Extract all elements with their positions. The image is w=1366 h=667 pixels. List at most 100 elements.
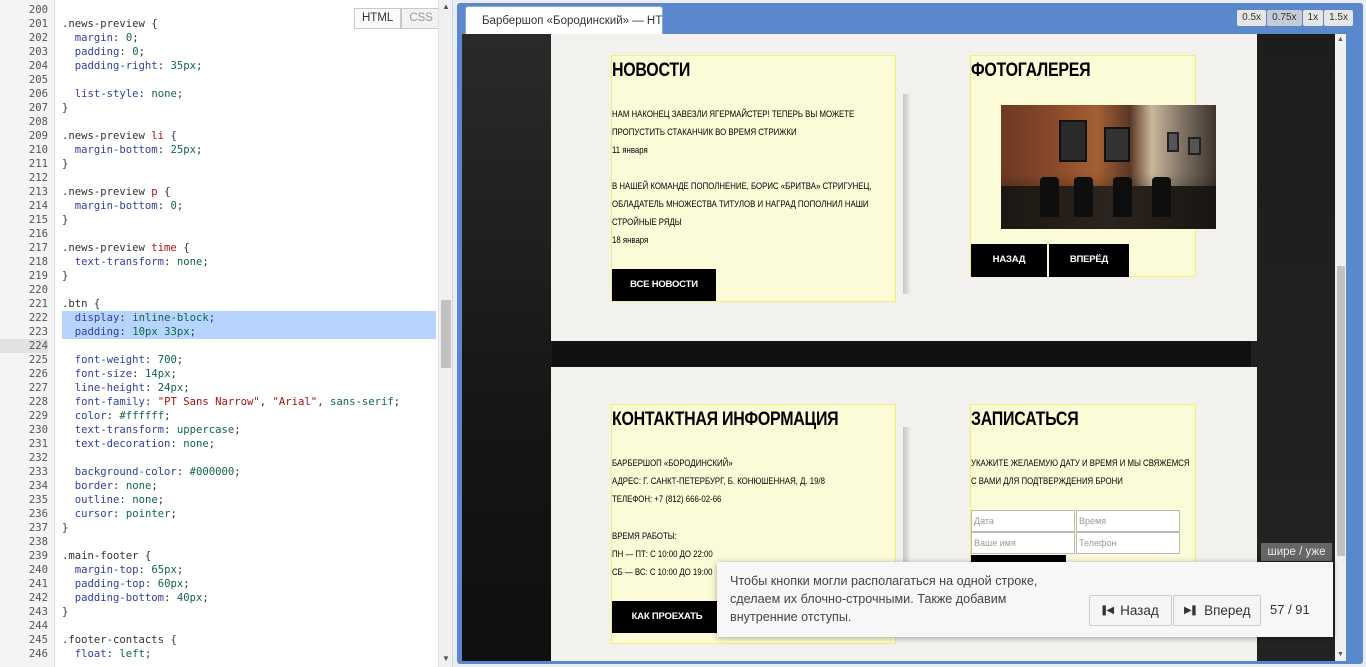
contacts-line: АДРЕС: Г. САНКТ-ПЕТЕРБУРГ, Б. КОНЮШЕННАЯ… [612, 476, 825, 486]
code-token: .news-preview [62, 242, 152, 254]
code-line[interactable]: 223 padding: 10px 33px; [0, 325, 438, 339]
code-line[interactable]: 217 .news-preview time { [0, 241, 438, 255]
code-line[interactable]: 243} [0, 605, 438, 619]
code-token: ; [202, 592, 209, 604]
code-line[interactable]: 231 text-decoration: none; [0, 437, 438, 451]
code-line[interactable]: 242 padding-bottom: 40px; [0, 591, 438, 605]
scroll-up-icon[interactable]: ▲ [1337, 36, 1344, 43]
code-line[interactable]: 211} [0, 157, 438, 171]
code-token: li [151, 130, 165, 142]
tutorial-forward-button[interactable]: ▶❚ Вперед [1173, 595, 1261, 626]
code-line[interactable]: 238 [0, 535, 438, 549]
code-line[interactable]: 205 [0, 73, 438, 87]
zoom-button[interactable]: 0.75x [1267, 10, 1302, 26]
code-line[interactable]: 203 padding: 0; [0, 45, 438, 59]
scroll-down-icon[interactable]: ▼ [442, 654, 450, 663]
code-line[interactable]: 236 cursor: pointer; [0, 507, 438, 521]
code-token: ; [157, 494, 165, 506]
gallery-next-button[interactable]: ВПЕРЁД [1049, 244, 1129, 277]
code-line[interactable]: 232 [0, 451, 438, 465]
code-line[interactable]: 206 list-style: none; [0, 87, 438, 101]
tutorial-back-button[interactable]: ❚◀ Назад [1089, 595, 1172, 626]
code-line[interactable]: 213 .news-preview p { [0, 185, 438, 199]
name-field[interactable]: Ваше имя [971, 532, 1075, 554]
code-line[interactable]: 233 background-color: #000000; [0, 465, 438, 479]
route-button[interactable]: КАК ПРОЕХАТЬ [612, 601, 722, 633]
code-line[interactable]: 225 font-weight: 700; [0, 353, 438, 367]
contacts-block: БАРБЕРШОП «БОРОДИНСКИЙ» АДРЕС: Г. САНКТ-… [612, 454, 863, 508]
code-token: ; [132, 32, 139, 44]
time-field[interactable]: Время [1076, 510, 1180, 532]
code-line[interactable]: 235 outline: none; [0, 493, 438, 507]
code-line[interactable]: 219} [0, 269, 438, 283]
line-number: 208 [28, 116, 48, 128]
code-token: ; [176, 88, 184, 100]
code-line[interactable]: 246 float: left; [0, 647, 438, 661]
all-news-button[interactable]: ВСЕ НОВОСТИ [612, 269, 716, 301]
preview-tab[interactable]: Барбершоп «Бородинский» — HTM [465, 6, 663, 34]
code-line[interactable]: 218 text-transform: none; [0, 255, 438, 269]
code-token: inline-block [132, 312, 209, 324]
code-line[interactable]: 209 .news-preview li { [0, 129, 438, 143]
date-field[interactable]: Дата [971, 510, 1075, 532]
gallery-prev-button[interactable]: НАЗАД [971, 244, 1047, 277]
code-line[interactable]: 215} [0, 213, 438, 227]
code-line[interactable]: 208 [0, 115, 438, 129]
code-token: : [157, 60, 171, 72]
editor-scrollbar[interactable]: ▲ ▼ [438, 0, 452, 667]
code-line[interactable]: 202 margin: 0; [0, 31, 438, 45]
line-number: 236 [28, 508, 48, 520]
code-line[interactable]: 228 font-family: "PT Sans Narrow", "Aria… [0, 395, 438, 409]
zoom-button[interactable]: 1.5x [1324, 10, 1353, 26]
tutorial-text: Чтобы кнопки могли располагаться на одно… [730, 574, 1038, 624]
css-tab-button[interactable]: CSS [401, 8, 441, 29]
code-line[interactable]: 216 [0, 227, 438, 241]
code-line[interactable]: 222 display: inline-block; [0, 311, 438, 325]
code-token: padding [74, 326, 120, 338]
code-line[interactable]: 212 [0, 171, 438, 185]
preview-scrollbar[interactable]: ▲ ▼ [1335, 34, 1346, 661]
code-line[interactable]: 230 text-transform: uppercase; [0, 423, 438, 437]
code-token: float [74, 648, 107, 660]
code-line[interactable]: 239 .main-footer { [0, 549, 438, 563]
editor-scroll-thumb[interactable] [441, 300, 451, 368]
code-line[interactable]: 226 font-size: 14px; [0, 367, 438, 381]
code-token: line-height [74, 382, 145, 394]
code-text: } [62, 605, 436, 619]
phone-field[interactable]: Телефон [1076, 532, 1180, 554]
code-line[interactable]: 245 .footer-contacts { [0, 633, 438, 647]
code-line[interactable]: 220 [0, 283, 438, 297]
code-line[interactable]: 210 margin-bottom: 25px; [0, 143, 438, 157]
code-line[interactable]: 234 border: none; [0, 479, 438, 493]
line-number: 201 [28, 18, 48, 30]
code-line[interactable]: 221 .btn { [0, 297, 438, 311]
zoom-button[interactable]: 1x [1302, 10, 1324, 26]
code-line[interactable]: 224 [0, 339, 438, 353]
code-text: list-style: none; [62, 87, 436, 101]
code-line[interactable]: 237} [0, 521, 438, 535]
code-line[interactable]: 229 color: #ffffff; [0, 409, 438, 423]
code-line[interactable]: 241 padding-top: 60px; [0, 577, 438, 591]
code-area[interactable]: 200 201 .news-preview {202 margin: 0; 203 … [0, 3, 438, 661]
code-line[interactable]: 227 line-height: 24px; [0, 381, 438, 395]
preview-scroll-thumb[interactable] [1337, 266, 1345, 556]
width-resize-label[interactable]: шире / уже [1261, 543, 1332, 561]
code-line[interactable]: 204 padding-right: 35px; [0, 59, 438, 73]
code-line[interactable]: 207} [0, 101, 438, 115]
news-text-line: ОБЛАДАТЕЛЬ МНОЖЕСТВА ТИТУЛОВ И НАГРАД ПО… [612, 199, 869, 209]
code-line[interactable]: 244 [0, 619, 438, 633]
code-text: padding: 10px 33px; [62, 325, 436, 339]
code-token: ; [170, 368, 177, 380]
zoom-button[interactable]: 0.5x [1237, 10, 1267, 26]
css-editor[interactable]: 200 201 .news-preview {202 margin: 0; 203 … [0, 0, 453, 667]
code-line[interactable]: 240 margin-top: 65px; [0, 563, 438, 577]
signup-title: ЗАПИСАТЬСЯ [971, 409, 1079, 430]
code-line[interactable]: 214 margin-bottom: 0; [0, 199, 438, 213]
html-tab-button[interactable]: HTML [354, 8, 402, 29]
scroll-down-icon[interactable]: ▼ [1337, 651, 1344, 658]
scroll-up-icon[interactable]: ▲ [442, 2, 450, 11]
code-text: } [62, 101, 436, 115]
